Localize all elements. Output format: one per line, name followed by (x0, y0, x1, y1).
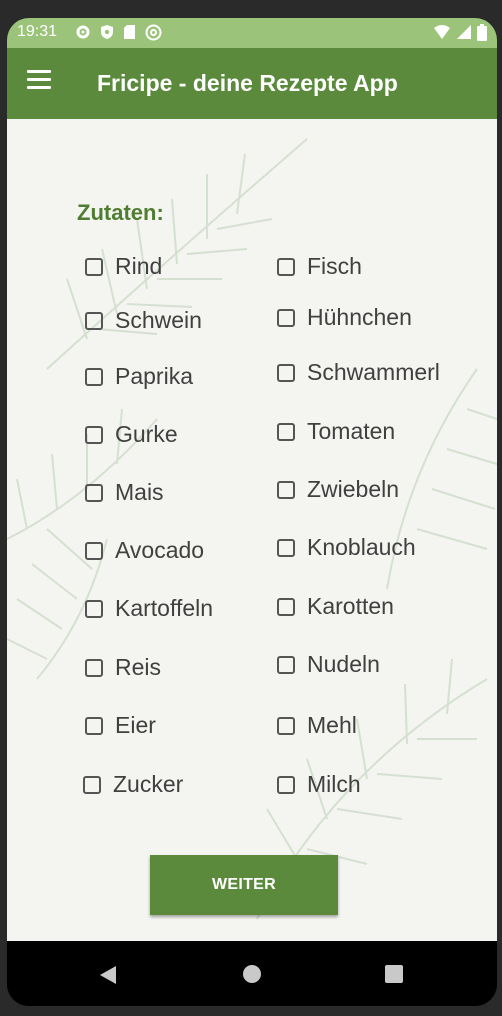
checkbox-schwein[interactable]: Schwein (85, 307, 202, 334)
checkbox-tomaten[interactable]: Tomaten (277, 418, 395, 445)
checkbox-kartoffeln[interactable]: Kartoffeln (85, 595, 213, 622)
checkbox-label: Knoblauch (307, 534, 416, 560)
checkbox-schwammerl[interactable]: Schwammerl (277, 359, 440, 386)
checkbox-rind[interactable]: Rind (85, 253, 162, 280)
weiter-button[interactable]: WEITER (150, 855, 338, 915)
checkbox-box[interactable] (277, 422, 295, 441)
checkbox-label: Fisch (307, 253, 362, 279)
system-nav-bar (7, 941, 497, 1006)
checkbox-milch[interactable]: Milch (277, 771, 361, 798)
app-bar: Fricipe - deine Rezepte App (7, 48, 497, 119)
checkbox-box[interactable] (277, 538, 295, 557)
signal-icon (457, 25, 471, 39)
checkbox-box[interactable] (85, 541, 103, 560)
checkbox-label: Rind (115, 253, 163, 279)
checkbox-gurke[interactable]: Gurke (85, 421, 178, 448)
checkbox-mehl[interactable]: Mehl (277, 712, 357, 739)
checkbox-box[interactable] (277, 655, 295, 674)
battery-icon (477, 24, 487, 41)
status-time: 19:31 (17, 23, 58, 40)
checkbox-box[interactable] (85, 483, 103, 502)
checkbox-label: Schwammerl (307, 359, 440, 385)
recents-icon[interactable] (385, 965, 403, 983)
checkbox-box[interactable] (277, 257, 295, 276)
checkbox-zucker[interactable]: Zucker (83, 771, 183, 798)
checkbox-label: Nudeln (307, 651, 380, 677)
at-sign-icon (145, 24, 162, 41)
checkbox-label: Milch (307, 771, 361, 797)
checkbox-label: Zucker (113, 771, 184, 797)
checkbox-label: Zwiebeln (307, 476, 400, 502)
checkbox-box[interactable] (277, 480, 295, 499)
checkbox-label: Paprika (115, 363, 193, 389)
checkbox-label: Schwein (115, 307, 202, 333)
app-title: Fricipe - deine Rezepte App (97, 70, 398, 96)
hamburger-menu-icon[interactable] (27, 70, 55, 94)
checkbox-fisch[interactable]: Fisch (277, 253, 362, 280)
checkbox-eier[interactable]: Eier (85, 712, 156, 739)
checkbox-label: Reis (115, 654, 162, 680)
back-icon[interactable] (99, 965, 117, 985)
checkbox-label: Hühnchen (307, 304, 412, 330)
checkbox-mais[interactable]: Mais (85, 479, 164, 506)
checkbox-label: Mais (115, 479, 164, 505)
checkbox-label: Avocado (115, 537, 205, 563)
checkbox-box[interactable] (85, 367, 103, 386)
checkbox-box[interactable] (277, 716, 295, 735)
checkbox-avocado[interactable]: Avocado (85, 537, 204, 564)
status-icons-right (433, 24, 487, 41)
sd-card-icon (124, 25, 135, 39)
checkbox-box[interactable] (83, 775, 101, 794)
status-icons-left (75, 24, 162, 41)
checkbox-nudeln[interactable]: Nudeln (277, 651, 380, 678)
gear-icon (76, 25, 90, 39)
checkbox-box[interactable] (85, 425, 103, 444)
checkbox-label: Mehl (307, 712, 357, 738)
main-content: Zutaten: Rind Schwein Paprika Gurke Mais… (7, 119, 497, 941)
checkbox-label: Gurke (115, 421, 178, 447)
checkbox-box[interactable] (277, 775, 295, 794)
checkbox-box[interactable] (85, 311, 103, 330)
checkbox-box[interactable] (277, 308, 295, 327)
checkbox-box[interactable] (85, 658, 103, 677)
checkbox-box[interactable] (85, 257, 103, 276)
shield-icon (101, 25, 113, 39)
checkbox-label: Eier (115, 712, 156, 738)
status-bar: 19:31 (7, 18, 497, 48)
dill-background-image (7, 138, 497, 920)
checkbox-box[interactable] (85, 716, 103, 735)
checkbox-label: Kartoffeln (115, 595, 214, 621)
checkbox-knoblauch[interactable]: Knoblauch (277, 534, 416, 561)
checkbox-reis[interactable]: Reis (85, 654, 161, 681)
checkbox-box[interactable] (277, 597, 295, 616)
checkbox-karotten[interactable]: Karotten (277, 593, 394, 620)
checkbox-label: Karotten (307, 593, 394, 619)
checkbox-label: Tomaten (307, 418, 396, 444)
checkbox-zwiebeln[interactable]: Zwiebeln (277, 476, 399, 503)
phone-frame: 19:31 Fricipe - deine Rezepte App Zutate… (7, 18, 497, 1006)
checkbox-box[interactable] (277, 363, 295, 382)
checkbox-box[interactable] (85, 599, 103, 618)
checkbox-huehnchen[interactable]: Hühnchen (277, 304, 412, 331)
ingredients-heading: Zutaten: (77, 200, 164, 225)
wifi-icon (434, 25, 450, 39)
home-icon[interactable] (243, 965, 261, 983)
checkbox-paprika[interactable]: Paprika (85, 363, 193, 390)
